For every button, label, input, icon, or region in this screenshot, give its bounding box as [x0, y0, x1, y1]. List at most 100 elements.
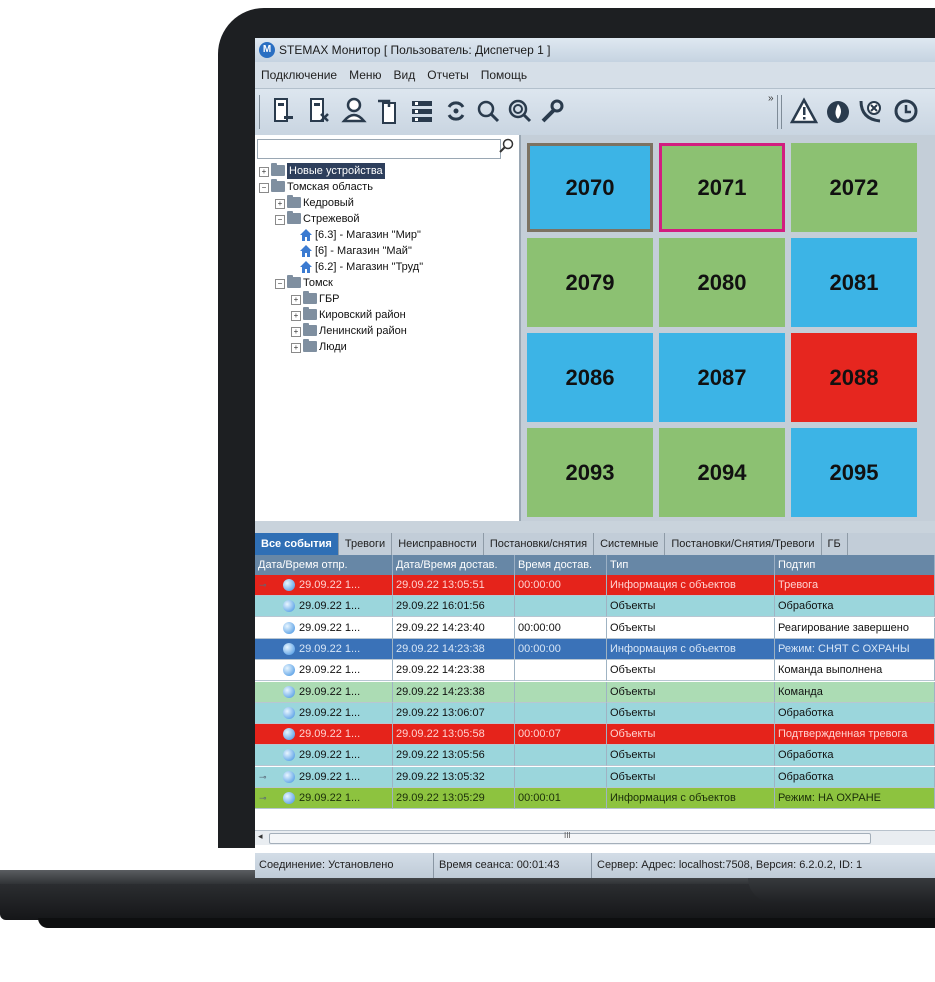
cell-type: Объекты [607, 724, 775, 746]
object-tile[interactable]: 2071 [659, 143, 785, 232]
object-tile[interactable]: 2094 [659, 428, 785, 517]
expand-icon[interactable]: + [291, 311, 301, 321]
scroll-left-icon[interactable]: ◂ [258, 831, 263, 842]
toolbar-separator [777, 95, 778, 129]
tab-alarms[interactable]: Тревоги [339, 533, 393, 555]
scrollbar-thumb[interactable]: III [269, 831, 871, 844]
refresh-icon[interactable] [441, 95, 471, 127]
expand-icon[interactable]: + [291, 343, 301, 353]
object-tile[interactable]: 2095 [791, 428, 917, 517]
event-status-icon [283, 728, 295, 741]
event-row[interactable]: 29.09.22 1... 29.09.22 14:23:38 Объекты Ком… [255, 681, 935, 703]
event-row[interactable]: 29.09.22 1... 29.09.22 13:05:32 Объекты Обр… [255, 766, 935, 788]
device-x-icon[interactable] [303, 95, 333, 127]
event-row[interactable]: 29.09.22 1... 29.09.22 13:05:29 00:00:01 Ин… [255, 788, 935, 809]
event-status-icon [283, 621, 295, 634]
cell-delivery-delay: 00:00:00 [515, 617, 607, 639]
event-row[interactable]: 29.09.22 1... 29.09.22 14:23:40 00:00:00 Об… [255, 617, 935, 639]
cell-subtype: Режим: НА ОХРАНЕ [775, 788, 935, 809]
cell-subtype: Команда [775, 681, 935, 703]
object-tile[interactable]: 2072 [791, 143, 917, 232]
tree-node-label: Люди [319, 341, 347, 353]
search-icon[interactable] [473, 95, 503, 127]
cell-sent-time: 29.09.22 1... [255, 638, 393, 660]
menu-menu[interactable]: Меню [343, 62, 387, 88]
list-icon[interactable] [407, 95, 437, 127]
tab-gbr[interactable]: ГБ [822, 533, 848, 555]
tab-faults[interactable]: Неисправности [392, 533, 484, 555]
collapse-icon[interactable]: − [259, 183, 269, 193]
tab-system[interactable]: Системные [594, 533, 666, 555]
tree-node-label: [6] - Магазин "Май" [315, 245, 412, 257]
cell-delivered-time: 29.09.22 13:05:56 [393, 745, 515, 767]
object-tile[interactable]: 2079 [527, 238, 653, 327]
tab-arm-disarm-alarms[interactable]: Постановки/Снятия/Тревоги [665, 533, 822, 555]
expand-icon[interactable]: + [291, 327, 301, 337]
collapse-icon[interactable]: − [275, 279, 285, 289]
event-row[interactable]: 29.09.22 1... 29.09.22 13:05:58 00:00:07 Об… [255, 724, 935, 746]
object-tile[interactable]: 2087 [659, 333, 785, 422]
cell-delivered-time: 29.09.22 13:05:58 [393, 724, 515, 746]
object-tile-number: 2093 [565, 459, 615, 485]
event-status-icon [283, 792, 295, 804]
toolbar-overflow[interactable]: » [768, 93, 774, 104]
user-icon[interactable] [339, 95, 369, 127]
event-row[interactable]: 29.09.22 1... 29.09.22 13:05:56 Объекты Обр… [255, 745, 935, 767]
menu-view[interactable]: Вид [388, 62, 422, 88]
column-subtype[interactable]: Подтип [775, 555, 935, 575]
object-tile[interactable]: 2088 [791, 333, 917, 422]
object-tile-number: 2080 [697, 269, 747, 295]
fire-icon[interactable] [823, 95, 853, 127]
laptop-foot [38, 918, 935, 928]
expand-icon[interactable]: + [291, 295, 301, 305]
object-tile[interactable]: 2080 [659, 238, 785, 327]
cell-subtype: Реагирование завершено [775, 617, 935, 639]
horizontal-scrollbar[interactable]: ◂ III [255, 830, 935, 845]
cell-type: Информация с объектов [607, 638, 775, 660]
object-tiles-grid: 2070 2071 2072 2079 2080 2081 2086 2087 2088 2093… [521, 135, 935, 521]
event-row[interactable]: 29.09.22 1... 29.09.22 13:05:51 00:00:00 Ин… [255, 575, 935, 596]
object-tile[interactable]: 2093 [527, 428, 653, 517]
pin-icon[interactable]: ⊸ [259, 794, 267, 803]
tree-search-input[interactable] [257, 139, 501, 159]
cell-delivered-time: 29.09.22 14:23:38 [393, 660, 515, 682]
folder-icon [303, 307, 317, 320]
expand-icon[interactable]: + [275, 199, 285, 209]
column-type[interactable]: Тип [607, 555, 775, 575]
column-sent-time[interactable]: Дата/Время отпр. [255, 555, 393, 575]
house-icon [300, 261, 312, 273]
cell-delivered-time: 29.09.22 14:23:38 [393, 681, 515, 703]
sound-off-icon[interactable] [857, 95, 887, 127]
event-row[interactable]: 29.09.22 1... 29.09.22 16:01:56 Объекты Обр… [255, 596, 935, 618]
pin-icon[interactable]: ⊸ [259, 772, 267, 781]
event-status-icon [283, 706, 295, 719]
folder-icon [287, 211, 301, 224]
column-delivery-delay[interactable]: Время достав. [515, 555, 607, 575]
cell-sent-time: 29.09.22 1... [255, 575, 393, 596]
pin-expand-icon[interactable]: ⊸ [259, 581, 267, 590]
collapse-icon[interactable]: − [275, 215, 285, 225]
tab-all-events[interactable]: Все события [255, 533, 339, 555]
event-row[interactable]: 29.09.22 1... 29.09.22 13:06:07 Объекты Обр… [255, 702, 935, 724]
menu-help[interactable]: Помощь [475, 62, 533, 88]
tab-arm-disarm[interactable]: Постановки/снятия [484, 533, 595, 555]
wrench-icon[interactable] [537, 95, 567, 127]
zoom-in-icon[interactable] [505, 95, 535, 127]
cell-delivery-delay: 00:00:01 [515, 788, 607, 809]
search-icon[interactable] [499, 138, 515, 154]
pointer-device-icon[interactable] [373, 95, 403, 127]
window-title: STEMAX Монитор [ Пользователь: Диспетчер… [279, 43, 551, 57]
device-remove-icon[interactable] [267, 95, 297, 127]
object-tile[interactable]: 2086 [527, 333, 653, 422]
clock-icon[interactable] [891, 95, 921, 127]
expand-icon[interactable]: + [259, 167, 269, 177]
column-delivered-time[interactable]: Дата/Время достав. [393, 555, 515, 575]
menu-bar: Подключение Меню Вид Отчеты Помощь [255, 62, 935, 89]
object-tile[interactable]: 2081 [791, 238, 917, 327]
event-row[interactable]: 29.09.22 1... 29.09.22 14:23:38 Объекты Ком… [255, 660, 935, 682]
object-tile[interactable]: 2070 [527, 143, 653, 232]
menu-connection[interactable]: Подключение [255, 62, 343, 88]
menu-reports[interactable]: Отчеты [421, 62, 474, 88]
alarm-triangle-icon[interactable] [789, 95, 819, 127]
event-row[interactable]: 29.09.22 1... 29.09.22 14:23:38 00:00:00 Ин… [255, 638, 935, 660]
